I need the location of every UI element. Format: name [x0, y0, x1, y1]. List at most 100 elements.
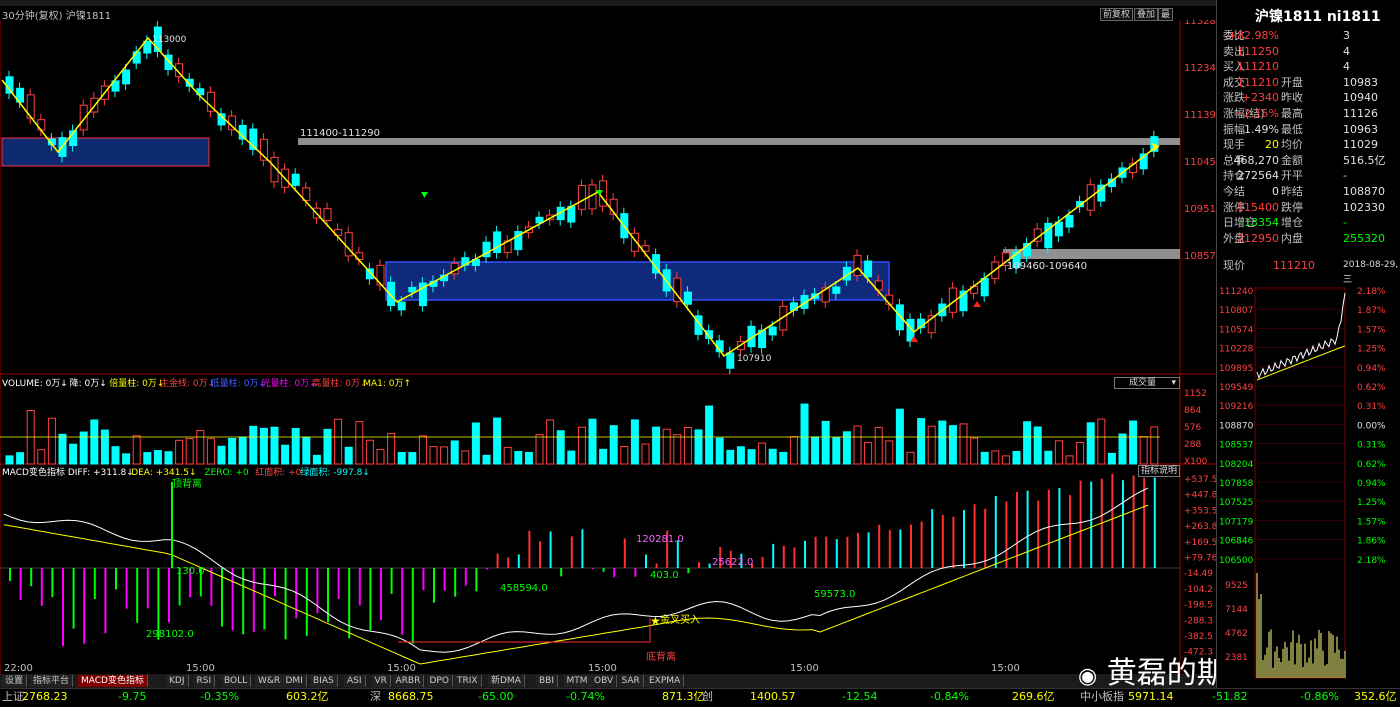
- tab-rsi[interactable]: RSI: [193, 675, 216, 687]
- status-item: 603.2亿: [286, 690, 329, 703]
- quote-value: 10940: [1343, 91, 1378, 105]
- volume-bar: [546, 419, 555, 465]
- tab-asi[interactable]: ASI: [344, 675, 366, 687]
- candle: [493, 231, 502, 254]
- quote-value: 516.5亿: [1343, 153, 1386, 167]
- volume-bar: [397, 452, 406, 465]
- candle: [291, 173, 300, 186]
- mini-vol-axis: 7144: [1225, 605, 1248, 615]
- quote-value: 1.49%: [1244, 122, 1279, 136]
- quote-value: 11126: [1343, 107, 1378, 120]
- zone-box-1: [1, 137, 210, 167]
- tab-dpo[interactable]: DPO: [426, 675, 453, 687]
- volume-bar: [175, 439, 184, 465]
- tab-dmi[interactable]: DMI: [282, 675, 307, 687]
- candle: [122, 69, 131, 85]
- quote-value: -13354: [1240, 216, 1279, 230]
- tab-expma[interactable]: EXPMA: [646, 675, 685, 687]
- macd-axis-label: +79.76: [1184, 554, 1216, 564]
- mini-axis-left: 110228: [1219, 345, 1254, 355]
- mini-axis-right: 1.25%: [1357, 345, 1386, 355]
- star-icon: ★: [650, 614, 661, 628]
- tab-bias[interactable]: BIAS: [310, 675, 338, 687]
- golden-cross-label: 金叉买入: [660, 613, 700, 626]
- tab-mtm[interactable]: MTM: [563, 675, 592, 687]
- volume-axis-label: 864: [1184, 406, 1201, 416]
- volume-bar: [312, 454, 321, 465]
- status-item: 上证: [2, 690, 24, 703]
- volume-bar: [1033, 426, 1042, 465]
- volume-bar: [217, 445, 226, 465]
- volume-bar: [1107, 452, 1116, 465]
- volume-bar: [418, 435, 427, 465]
- volume-bar: [69, 443, 78, 465]
- mini-axis-right: 1.86%: [1357, 537, 1386, 547]
- volume-bar: [196, 429, 205, 465]
- volume-bar: [800, 403, 809, 465]
- macd-axis-label: -288.3: [1184, 616, 1213, 626]
- volume-bar: [450, 440, 459, 465]
- volume-bar: [599, 448, 608, 465]
- volume-bar: [16, 452, 25, 465]
- volume-bar: [153, 450, 162, 465]
- volume-bar: [323, 428, 332, 465]
- mini-axis-right: 1.57%: [1357, 517, 1386, 527]
- volume-bar: [334, 418, 343, 465]
- tab-vr[interactable]: VR: [371, 675, 391, 687]
- indicator-help-button[interactable]: 指标说明: [1138, 465, 1180, 477]
- candle: [577, 185, 586, 210]
- now-price-label: 现价: [1223, 259, 1245, 272]
- resistance-band: [298, 138, 1180, 145]
- top-div-label: 顶背离: [172, 477, 202, 490]
- candle: [768, 326, 777, 336]
- tab-trix[interactable]: TRIX: [454, 675, 482, 687]
- volume-bar: [440, 446, 449, 465]
- mini-axis-left: 110807: [1219, 306, 1253, 316]
- volume-bar: [1001, 455, 1010, 465]
- bottom-div-label: 底背离: [646, 650, 676, 663]
- volume-bar: [620, 446, 629, 465]
- tab-w&r[interactable]: W&R: [255, 675, 285, 687]
- quote-label: 昨结: [1281, 185, 1303, 198]
- mini-axis-right: 0.31%: [1357, 402, 1386, 412]
- tab-新dma[interactable]: 新DMA: [488, 675, 525, 687]
- quote-value: 272564: [1237, 169, 1279, 183]
- tab-sar[interactable]: SAR: [618, 675, 644, 687]
- volume-header-item: 主金线: 0万↓: [160, 377, 215, 389]
- price-axis-label: 108570: [1184, 251, 1216, 262]
- quote-row: 买入 111210 4: [1217, 59, 1400, 74]
- volume-bar: [503, 446, 512, 465]
- quote-value: 4: [1343, 60, 1350, 74]
- tab-obv[interactable]: OBV: [591, 675, 618, 687]
- quote-row: 成交 111210 开盘 10983: [1217, 75, 1400, 90]
- volume-bar: [683, 426, 692, 465]
- tab-bbi[interactable]: BBI: [536, 675, 559, 687]
- tab-指标平台[interactable]: 指标平台: [30, 675, 74, 687]
- candle: [853, 254, 862, 276]
- volume-bar: [970, 437, 979, 465]
- status-item: 中小板指: [1080, 690, 1124, 703]
- candle: [79, 104, 88, 131]
- volume-bar: [47, 417, 56, 465]
- mini-axis-right: 1.25%: [1357, 498, 1386, 508]
- tab-arbr[interactable]: ARBR: [392, 675, 425, 687]
- volume-bar: [694, 429, 703, 465]
- volume-bar: [100, 429, 109, 465]
- volume-bar: [228, 438, 237, 465]
- volume-bar: [864, 442, 873, 465]
- quote-row: 总手 468,270 金额 516.5亿: [1217, 153, 1400, 168]
- mini-avg-line: [1256, 345, 1346, 381]
- high-label: 113000: [152, 35, 187, 45]
- tab-kdj[interactable]: KDJ: [166, 675, 189, 687]
- now-price-row: 现价 111210 2018-08-29,三: [1217, 258, 1400, 285]
- volume-bar: [726, 449, 735, 465]
- candle: [895, 304, 904, 331]
- volume-bar: [143, 452, 152, 465]
- tab-设置[interactable]: 设置: [2, 675, 28, 687]
- quote-label: 跌停: [1281, 200, 1303, 214]
- tab-boll[interactable]: BOLL: [221, 675, 252, 687]
- volume-indicator-dropdown[interactable]: 成交量 ▾: [1114, 377, 1180, 389]
- mini-axis-right: 0.94%: [1357, 364, 1386, 374]
- tab-macd变色指标[interactable]: MACD变色指标: [78, 675, 148, 687]
- zone2-label: 109460-109640: [1007, 261, 1087, 272]
